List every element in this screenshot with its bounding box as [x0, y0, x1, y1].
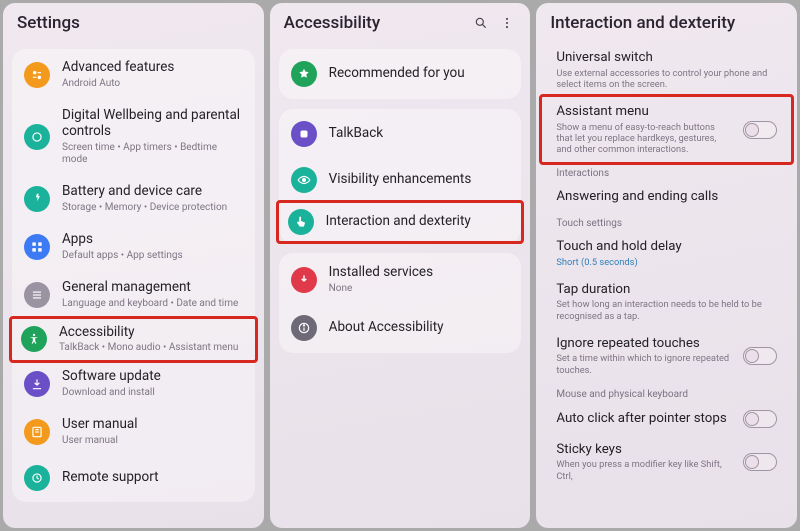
list-item-subtitle: Screen time • App timers • Bedtime mode — [62, 142, 243, 166]
settings-item-accessibility[interactable]: AccessibilityTalkBack • Mono audio • Ass… — [9, 316, 258, 364]
list-item-subtitle: Set how long an interaction needs to be … — [556, 299, 777, 321]
list-item-title: Software update — [62, 369, 243, 385]
settings-header: Settings — [3, 3, 264, 41]
list-item-title: Digital Wellbeing and parental controls — [62, 108, 243, 140]
toggle-switch[interactable] — [743, 121, 777, 139]
about-icon — [291, 315, 317, 341]
setting-item-assistant-menu[interactable]: Assistant menu Show a menu of easy-to-rea… — [539, 94, 794, 165]
settings-list[interactable]: Advanced features Android Auto Digital Wel… — [3, 41, 264, 528]
list-item-title: Answering and ending calls — [556, 189, 777, 205]
list-item-title: Tap duration — [556, 282, 777, 298]
list-item-subtitle: When you press a modifier key like Shift… — [556, 459, 731, 481]
update-icon — [24, 371, 50, 397]
list-item-title: About Accessibility — [329, 320, 510, 336]
list-item-subtitle: Download and install — [62, 387, 243, 399]
list-item-subtitle: Short (0.5 seconds) — [556, 257, 777, 268]
list-item-subtitle: Use external accessories to control your… — [556, 68, 777, 90]
accessibility-item-visibility-enhancements[interactable]: Visibility enhancements — [279, 157, 522, 203]
accessibility-item-recommended-for-you[interactable]: Recommended for you — [279, 51, 522, 97]
accessibility-item-installed-services[interactable]: Installed services None — [279, 255, 522, 305]
list-item-title: Universal switch — [556, 50, 777, 66]
installed-icon — [291, 267, 317, 293]
list-item-title: User manual — [62, 417, 243, 433]
accessibility-item-interaction-and-dexterity[interactable]: Interaction and dexterity — [276, 200, 525, 244]
setting-item-answering-and-ending-calls[interactable]: Answering and ending calls — [542, 182, 791, 212]
accessibility-title: Accessibility — [284, 13, 381, 33]
settings-item-remote-support[interactable]: Remote support — [12, 456, 255, 500]
interaction-icon — [288, 209, 314, 235]
list-item-title: Accessibility — [59, 325, 246, 341]
interaction-dexterity-panel: Interaction and dexterity Universal swit… — [536, 3, 797, 528]
advanced-icon — [24, 62, 50, 88]
toggle-switch[interactable] — [743, 347, 777, 365]
list-item-title: Auto click after pointer stops — [556, 411, 731, 427]
toggle-switch[interactable] — [743, 410, 777, 428]
visibility-icon — [291, 167, 317, 193]
search-icon[interactable] — [472, 14, 490, 32]
list-item-title: Remote support — [62, 470, 243, 486]
interaction-dexterity-header: Interaction and dexterity — [536, 3, 797, 41]
settings-panel: Settings Advanced features Android Auto Di… — [3, 3, 264, 528]
accessibility-item-about-accessibility[interactable]: About Accessibility — [279, 305, 522, 351]
battery-icon — [24, 186, 50, 212]
general-icon — [24, 282, 50, 308]
list-item-subtitle: Language and keyboard • Date and time — [62, 298, 243, 310]
talkback-icon — [291, 121, 317, 147]
accessibility-icon — [21, 326, 47, 352]
list-item-title: Visibility enhancements — [329, 172, 510, 188]
list-item-title: Apps — [62, 232, 243, 248]
apps-icon — [24, 234, 50, 260]
list-item-subtitle: Set a time within which to ignore repeat… — [556, 353, 731, 375]
list-item-title: Assistant menu — [556, 104, 731, 120]
settings-item-user-manual[interactable]: User manual User manual — [12, 408, 255, 456]
accessibility-panel: Accessibility Recommended for you TalkBac… — [270, 3, 531, 528]
star-icon — [291, 61, 317, 87]
list-item-title: Touch and hold delay — [556, 239, 777, 255]
list-item-title: Installed services — [329, 265, 510, 281]
list-item-title: Ignore repeated touches — [556, 336, 731, 352]
list-item-title: Recommended for you — [329, 66, 510, 82]
remote-icon — [24, 465, 50, 491]
manual-icon — [24, 419, 50, 445]
list-item-title: Battery and device care — [62, 184, 243, 200]
section-label: Mouse and physical keyboard — [542, 383, 791, 403]
settings-item-digital-wellbeing-and-parental-controls[interactable]: Digital Wellbeing and parental controlsS… — [12, 99, 255, 175]
section-label: Interactions — [542, 162, 791, 182]
settings-item-apps[interactable]: Apps Default apps • App settings — [12, 223, 255, 271]
setting-item-universal-switch[interactable]: Universal switch Use external accessories… — [542, 43, 791, 97]
wellbeing-icon — [24, 124, 50, 150]
settings-item-general-management[interactable]: General management Language and keyboard … — [12, 271, 255, 319]
list-item-subtitle: Default apps • App settings — [62, 250, 243, 262]
toggle-switch[interactable] — [743, 453, 777, 471]
list-item-title: Advanced features — [62, 60, 243, 76]
list-item-title: General management — [62, 280, 243, 296]
interaction-dexterity-title: Interaction and dexterity — [550, 13, 735, 33]
setting-item-sticky-keys[interactable]: Sticky keysWhen you press a modifier key… — [542, 435, 791, 489]
list-item-subtitle: User manual — [62, 435, 243, 447]
list-item-subtitle: Android Auto — [62, 78, 243, 90]
section-label: Touch settings — [542, 212, 791, 232]
accessibility-header: Accessibility — [270, 3, 531, 41]
setting-item-ignore-repeated-touches[interactable]: Ignore repeated touchesSet a time within… — [542, 329, 791, 383]
accessibility-list[interactable]: Recommended for you TalkBack Visibility en… — [270, 41, 531, 528]
settings-title: Settings — [17, 13, 80, 33]
list-item-subtitle: Show a menu of easy-to-reach buttons tha… — [556, 122, 731, 155]
interaction-dexterity-list[interactable]: Universal switch Use external accessories… — [536, 41, 797, 528]
settings-item-software-update[interactable]: Software update Download and install — [12, 360, 255, 408]
setting-item-tap-duration[interactable]: Tap durationSet how long an interaction … — [542, 275, 791, 329]
settings-item-battery-and-device-care[interactable]: Battery and device care Storage • Memory … — [12, 175, 255, 223]
setting-item-auto-click-after-pointer-stops[interactable]: Auto click after pointer stops — [542, 403, 791, 435]
setting-item-touch-and-hold-delay[interactable]: Touch and hold delay Short (0.5 seconds) — [542, 232, 791, 275]
list-item-title: Interaction and dexterity — [326, 214, 513, 230]
accessibility-item-talkback[interactable]: TalkBack — [279, 111, 522, 157]
list-item-subtitle: Storage • Memory • Device protection — [62, 202, 243, 214]
list-item-title: TalkBack — [329, 126, 510, 142]
list-item-subtitle: TalkBack • Mono audio • Assistant menu — [59, 342, 246, 354]
list-item-title: Sticky keys — [556, 442, 731, 458]
list-item-subtitle: None — [329, 283, 510, 295]
more-icon[interactable] — [498, 14, 516, 32]
settings-item-advanced-features[interactable]: Advanced features Android Auto — [12, 51, 255, 99]
